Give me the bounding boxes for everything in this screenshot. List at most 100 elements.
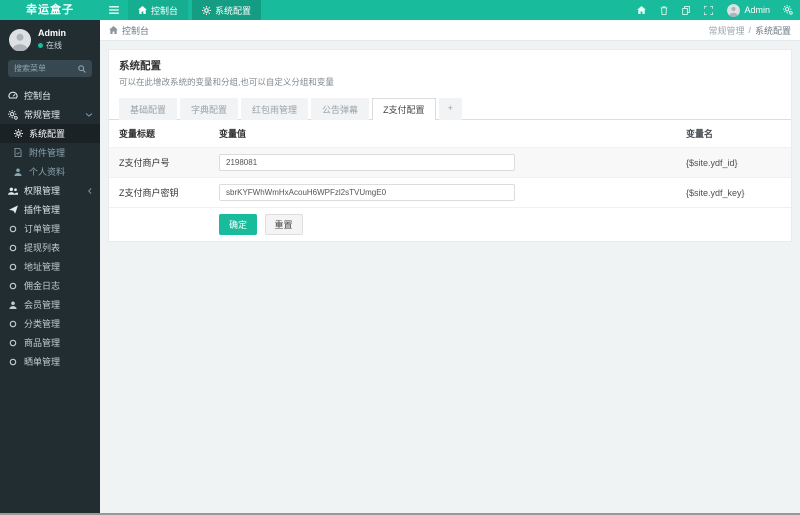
sidebar-item-withdrawals[interactable]: 提现列表 (0, 238, 100, 257)
sidebar-item-addons[interactable]: 插件管理 (0, 200, 100, 219)
breadcrumb-separator: / (748, 25, 751, 35)
topbar: 控制台 系统配置 Admin (100, 0, 800, 20)
cogs-icon[interactable] (776, 0, 800, 20)
sidebar-item-label: 分类管理 (24, 319, 61, 329)
breadcrumb: 常规管理 / 系统配置 (708, 24, 791, 37)
config-tabs: 基础配置 字典配置 红包雨管理 公告弹幕 Z支付配置 + (109, 93, 791, 120)
config-panel: 系统配置 可以在此增改系统的变量和分组,也可以自定义分组和变量 基础配置 字典配… (108, 49, 792, 242)
avatar (9, 28, 31, 51)
gear-icon (13, 129, 23, 138)
breadcrumb-current: 系统配置 (754, 25, 791, 36)
sidebar-item-label: 权限管理 (24, 186, 61, 196)
sidebar-item-label: 会员管理 (24, 300, 61, 310)
sidebar-item-orders[interactable]: 订单管理 (0, 219, 100, 238)
paper-plane-icon (8, 205, 18, 214)
topbar-tab-dashboard[interactable]: 控制台 (128, 0, 189, 20)
sidebar-item-label: 控制台 (24, 91, 52, 101)
column-header: 变量名 (686, 129, 714, 139)
page-title: 控制台 (122, 25, 150, 36)
table-row: Z支付商户密钥 {$site.ydf_key} (109, 177, 791, 208)
zpay-merchant-key-input[interactable] (219, 184, 515, 201)
tab-add-group-button[interactable]: + (438, 98, 462, 120)
submit-button[interactable]: 确定 (219, 214, 258, 235)
search-icon (78, 64, 86, 73)
circle-icon (8, 225, 18, 233)
sidebar-item-label: 商品管理 (24, 338, 61, 348)
user-status: 在线 (38, 40, 66, 51)
topbar-tab-system-config[interactable]: 系统配置 (192, 0, 262, 20)
group-icon (8, 187, 18, 195)
main-content: 系统配置 可以在此增改系统的变量和分组,也可以自定义分组和变量 基础配置 字典配… (100, 41, 800, 513)
sidebar-item-reviews[interactable]: 晒单管理 (0, 352, 100, 371)
user-icon (8, 300, 18, 309)
topbar-user-name[interactable]: Admin (744, 5, 770, 15)
tab-announcement[interactable]: 公告弹幕 (311, 98, 370, 120)
circle-icon (8, 339, 18, 347)
content-header: 控制台 常规管理 / 系统配置 (100, 20, 800, 41)
breadcrumb-parent[interactable]: 常规管理 (708, 24, 744, 37)
sidebar-item-label: 晒单管理 (24, 357, 61, 367)
avatar[interactable] (727, 3, 741, 17)
dashboard-icon (8, 91, 18, 100)
trash-icon[interactable] (653, 0, 675, 20)
sidebar-item-label: 系统配置 (29, 129, 66, 139)
variable-title: Z支付商户号 (109, 147, 209, 178)
chevron-left-icon (88, 187, 92, 194)
column-header: 变量值 (219, 129, 247, 139)
home-icon[interactable] (630, 0, 653, 20)
sidebar-item-addresses[interactable]: 地址管理 (0, 257, 100, 276)
file-icon (13, 148, 23, 157)
sidebar-item-label: 提现列表 (24, 243, 61, 253)
chevron-down-icon (86, 112, 92, 117)
sidebar-item-system-config[interactable]: 系统配置 (0, 124, 100, 143)
menu-toggle-icon[interactable] (100, 0, 128, 20)
tab-base-config[interactable]: 基础配置 (119, 98, 178, 120)
online-dot-icon (38, 43, 43, 48)
variable-title: Z支付商户密钥 (109, 177, 209, 208)
gear-icon (202, 5, 212, 15)
sidebar: 幸运盒子 Admin 在线 控制台 常规管理 系统 (0, 0, 100, 515)
menu-search-input[interactable] (14, 64, 74, 73)
column-header: 变量标题 (119, 129, 156, 139)
sidebar-menu: 控制台 常规管理 系统配置 附件管理 个人资料 权限管理 插件管理 订单管理 提… (0, 84, 100, 371)
sidebar-item-label: 地址管理 (24, 262, 61, 272)
home-icon (109, 26, 118, 34)
sidebar-item-attachments[interactable]: 附件管理 (0, 143, 100, 162)
sidebar-item-label: 附件管理 (29, 148, 66, 158)
circle-icon (8, 358, 18, 366)
app-logo[interactable]: 幸运盒子 (0, 0, 100, 20)
user-name: Admin (38, 28, 66, 38)
sidebar-item-label: 佣金日志 (24, 281, 61, 291)
circle-icon (8, 282, 18, 290)
config-table: 变量标题 变量值 变量名 Z支付商户号 {$site.ydf_id} Z支付商户… (109, 120, 791, 241)
cogs-icon (8, 109, 18, 120)
sidebar-item-profile[interactable]: 个人资料 (0, 162, 100, 181)
sidebar-item-label: 订单管理 (24, 224, 61, 234)
sidebar-item-categories[interactable]: 分类管理 (0, 314, 100, 333)
zpay-merchant-id-input[interactable] (219, 154, 515, 171)
user-icon (13, 167, 23, 176)
circle-icon (8, 263, 18, 271)
sidebar-item-auth[interactable]: 权限管理 (0, 181, 100, 200)
sidebar-item-general[interactable]: 常规管理 (0, 105, 100, 124)
sidebar-item-label: 常规管理 (24, 110, 61, 120)
tab-dict-config[interactable]: 字典配置 (180, 98, 239, 120)
tab-zpay-config[interactable]: Z支付配置 (372, 98, 436, 120)
panel-title: 系统配置 (119, 60, 161, 72)
sidebar-item-dashboard[interactable]: 控制台 (0, 86, 100, 105)
sidebar-item-goods[interactable]: 商品管理 (0, 333, 100, 352)
table-row: Z支付商户号 {$site.ydf_id} (109, 147, 791, 178)
fullscreen-icon[interactable] (697, 0, 720, 20)
reset-button[interactable]: 重置 (264, 214, 303, 235)
circle-icon (8, 244, 18, 252)
sidebar-item-label: 个人资料 (29, 167, 66, 177)
sidebar-item-members[interactable]: 会员管理 (0, 295, 100, 314)
sidebar-search (8, 60, 92, 77)
sidebar-item-commission-log[interactable]: 佣金日志 (0, 276, 100, 295)
sidebar-user-panel: Admin 在线 (0, 20, 100, 57)
tab-redpacket-rain[interactable]: 红包雨管理 (241, 98, 309, 120)
copy-icon[interactable] (675, 0, 697, 20)
table-footer-row: 确定 重置 (109, 207, 791, 241)
topbar-right: Admin (630, 0, 800, 20)
variable-name: {$site.ydf_key} (676, 177, 791, 208)
